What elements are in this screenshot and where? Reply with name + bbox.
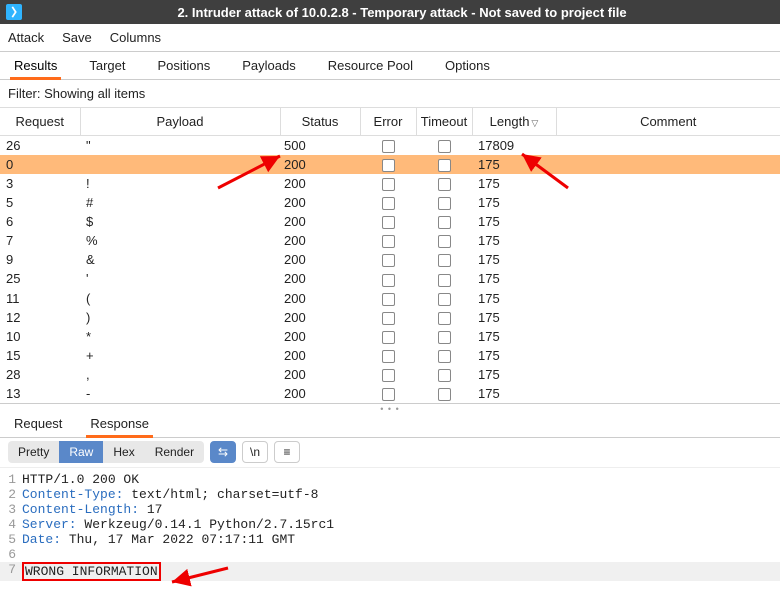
code-line: 6	[0, 547, 780, 562]
filter-text: Filter: Showing all items	[8, 86, 145, 101]
col-comment[interactable]: Comment	[556, 108, 780, 136]
timeout-checkbox[interactable]	[438, 235, 451, 248]
error-checkbox[interactable]	[382, 293, 395, 306]
table-row[interactable]: 0200175	[0, 155, 780, 174]
view-hex[interactable]: Hex	[103, 441, 144, 463]
menu-attack[interactable]: Attack	[8, 30, 44, 45]
detail-tab-request[interactable]: Request	[12, 410, 64, 437]
wrap-toggle-icon[interactable]: ⇆	[210, 441, 236, 463]
col-length[interactable]: Length▽	[472, 108, 556, 136]
code-line: 1HTTP/1.0 200 OK	[0, 472, 780, 487]
table-row[interactable]: 5#200175	[0, 193, 780, 212]
code-line: 5Date: Thu, 17 Mar 2022 07:17:11 GMT	[0, 532, 780, 547]
window-title: 2. Intruder attack of 10.0.2.8 - Tempora…	[30, 5, 774, 20]
error-checkbox[interactable]	[382, 369, 395, 382]
code-line: 7WRONG INFORMATION	[0, 562, 780, 581]
error-checkbox[interactable]	[382, 388, 395, 401]
code-line: 4Server: Werkzeug/0.14.1 Python/2.7.15rc…	[0, 517, 780, 532]
results-table: Request Payload Status Error Timeout Len…	[0, 108, 780, 403]
results-table-wrap: Request Payload Status Error Timeout Len…	[0, 108, 780, 404]
tab-target[interactable]: Target	[87, 52, 127, 79]
title-bar: 2. Intruder attack of 10.0.2.8 - Tempora…	[0, 0, 780, 24]
filter-bar[interactable]: Filter: Showing all items	[0, 80, 780, 108]
table-row[interactable]: 26"50017809	[0, 136, 780, 156]
code-line: 2Content-Type: text/html; charset=utf-8	[0, 487, 780, 502]
timeout-checkbox[interactable]	[438, 274, 451, 287]
main-tab-bar: Results Target Positions Payloads Resour…	[0, 52, 780, 80]
error-checkbox[interactable]	[382, 254, 395, 267]
timeout-checkbox[interactable]	[438, 254, 451, 267]
timeout-checkbox[interactable]	[438, 178, 451, 191]
timeout-checkbox[interactable]	[438, 369, 451, 382]
code-line: 3Content-Length: 17	[0, 502, 780, 517]
error-checkbox[interactable]	[382, 350, 395, 363]
tab-positions[interactable]: Positions	[156, 52, 213, 79]
col-timeout[interactable]: Timeout	[416, 108, 472, 136]
detail-tab-response[interactable]: Response	[88, 410, 151, 437]
tab-resource-pool[interactable]: Resource Pool	[326, 52, 415, 79]
table-row[interactable]: 25'200175	[0, 269, 780, 288]
error-checkbox[interactable]	[382, 312, 395, 325]
table-row[interactable]: 28,200175	[0, 365, 780, 384]
error-checkbox[interactable]	[382, 178, 395, 191]
timeout-checkbox[interactable]	[438, 197, 451, 210]
tab-options[interactable]: Options	[443, 52, 492, 79]
timeout-checkbox[interactable]	[438, 293, 451, 306]
timeout-checkbox[interactable]	[438, 388, 451, 401]
menu-save[interactable]: Save	[62, 30, 92, 45]
table-row[interactable]: 6$200175	[0, 212, 780, 231]
table-row[interactable]: 12)200175	[0, 308, 780, 327]
detail-tab-bar: Request Response	[0, 410, 780, 438]
table-row[interactable]: 13-200175	[0, 384, 780, 403]
menu-columns[interactable]: Columns	[110, 30, 161, 45]
error-checkbox[interactable]	[382, 197, 395, 210]
menu-bar: Attack Save Columns	[0, 24, 780, 52]
col-request[interactable]: Request	[0, 108, 80, 136]
view-menu-icon[interactable]: ≡	[274, 441, 300, 463]
error-checkbox[interactable]	[382, 331, 395, 344]
newline-toggle-icon[interactable]: \n	[242, 441, 268, 463]
col-payload[interactable]: Payload	[80, 108, 280, 136]
timeout-checkbox[interactable]	[438, 159, 451, 172]
table-row[interactable]: 15+200175	[0, 346, 780, 365]
error-checkbox[interactable]	[382, 274, 395, 287]
view-toolbar: Pretty Raw Hex Render ⇆ \n ≡	[0, 438, 780, 468]
timeout-checkbox[interactable]	[438, 350, 451, 363]
view-render[interactable]: Render	[145, 441, 204, 463]
tab-results[interactable]: Results	[12, 52, 59, 79]
error-checkbox[interactable]	[382, 216, 395, 229]
table-row[interactable]: 11(200175	[0, 289, 780, 308]
response-body[interactable]: 1HTTP/1.0 200 OK2Content-Type: text/html…	[0, 468, 780, 601]
timeout-checkbox[interactable]	[438, 312, 451, 325]
timeout-checkbox[interactable]	[438, 331, 451, 344]
error-checkbox[interactable]	[382, 159, 395, 172]
col-status[interactable]: Status	[280, 108, 360, 136]
view-raw[interactable]: Raw	[59, 441, 103, 463]
timeout-checkbox[interactable]	[438, 140, 451, 153]
timeout-checkbox[interactable]	[438, 216, 451, 229]
table-row[interactable]: 9&200175	[0, 250, 780, 269]
highlight-box: WRONG INFORMATION	[22, 562, 161, 581]
view-mode-group: Pretty Raw Hex Render	[8, 441, 204, 463]
error-checkbox[interactable]	[382, 140, 395, 153]
table-row[interactable]: 3!200175	[0, 174, 780, 193]
view-pretty[interactable]: Pretty	[8, 441, 59, 463]
error-checkbox[interactable]	[382, 235, 395, 248]
results-tbody: 26"5001780902001753!2001755#2001756$2001…	[0, 136, 780, 403]
table-row[interactable]: 7%200175	[0, 231, 780, 250]
tab-payloads[interactable]: Payloads	[240, 52, 297, 79]
col-error[interactable]: Error	[360, 108, 416, 136]
table-row[interactable]: 10*200175	[0, 327, 780, 346]
app-icon	[6, 4, 22, 20]
sort-indicator-icon: ▽	[531, 118, 538, 128]
